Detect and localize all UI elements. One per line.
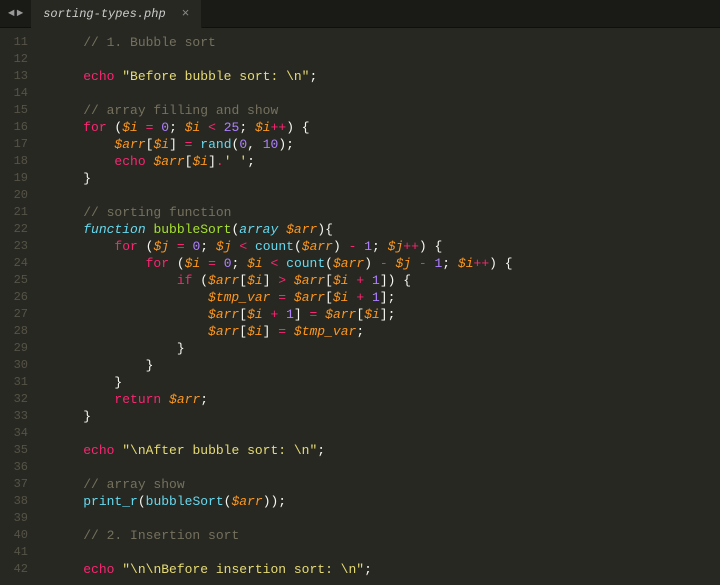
code-line: echo "\n\nBefore insertion sort: \n"; [52, 561, 513, 578]
line-number: 12 [0, 51, 28, 68]
code-line: } [52, 408, 513, 425]
code-line: $arr[$i] = $tmp_var; [52, 323, 513, 340]
line-number: 37 [0, 476, 28, 493]
code-line: for ($i = 0; $i < 25; $i++) { [52, 119, 513, 136]
code-line [52, 510, 513, 527]
line-number: 38 [0, 493, 28, 510]
line-number: 26 [0, 289, 28, 306]
line-number: 29 [0, 340, 28, 357]
nav-forward-icon[interactable]: ► [17, 8, 24, 20]
line-number: 41 [0, 544, 28, 561]
code-line [52, 544, 513, 561]
code-line: $tmp_var = $arr[$i + 1]; [52, 289, 513, 306]
line-number: 11 [0, 34, 28, 51]
code-line: echo $arr[$i].' '; [52, 153, 513, 170]
line-gutter: 1112131415161718192021222324252627282930… [0, 28, 38, 585]
code-line: $arr[$i] = rand(0, 10); [52, 136, 513, 153]
line-number: 21 [0, 204, 28, 221]
code-line: // array show [52, 476, 513, 493]
line-number: 40 [0, 527, 28, 544]
nav-arrows: ◄ ► [0, 8, 31, 20]
code-line: echo "\nAfter bubble sort: \n"; [52, 442, 513, 459]
line-number: 18 [0, 153, 28, 170]
code-line [52, 425, 513, 442]
line-number: 14 [0, 85, 28, 102]
line-number: 36 [0, 459, 28, 476]
line-number: 33 [0, 408, 28, 425]
file-tab[interactable]: sorting-types.php × [31, 0, 202, 28]
code-line: for ($j = 0; $j < count($arr) - 1; $j++)… [52, 238, 513, 255]
line-number: 31 [0, 374, 28, 391]
code-line: // 2. Insertion sort [52, 527, 513, 544]
code-line: function bubbleSort(array $arr){ [52, 221, 513, 238]
code-line [52, 51, 513, 68]
code-line: } [52, 170, 513, 187]
line-number: 25 [0, 272, 28, 289]
titlebar: ◄ ► sorting-types.php × [0, 0, 720, 28]
line-number: 17 [0, 136, 28, 153]
line-number: 30 [0, 357, 28, 374]
code-line: $arr[$i + 1] = $arr[$i]; [52, 306, 513, 323]
code-line: print_r(bubbleSort($arr)); [52, 493, 513, 510]
code-line: return $arr; [52, 391, 513, 408]
code-line: // array filling and show [52, 102, 513, 119]
code-line: // 1. Bubble sort [52, 34, 513, 51]
nav-back-icon[interactable]: ◄ [8, 8, 15, 20]
line-number: 20 [0, 187, 28, 204]
line-number: 13 [0, 68, 28, 85]
line-number: 23 [0, 238, 28, 255]
close-icon[interactable]: × [182, 6, 190, 21]
code-line: // sorting function [52, 204, 513, 221]
line-number: 34 [0, 425, 28, 442]
line-number: 39 [0, 510, 28, 527]
code-line [52, 85, 513, 102]
code-line [52, 187, 513, 204]
line-number: 32 [0, 391, 28, 408]
line-number: 15 [0, 102, 28, 119]
tab-filename: sorting-types.php [43, 7, 165, 21]
code-line: echo "Before bubble sort: \n"; [52, 68, 513, 85]
code-line: for ($i = 0; $i < count($arr) - $j - 1; … [52, 255, 513, 272]
line-number: 19 [0, 170, 28, 187]
code-area[interactable]: // 1. Bubble sort echo "Before bubble so… [38, 28, 513, 585]
line-number: 24 [0, 255, 28, 272]
line-number: 22 [0, 221, 28, 238]
line-number: 42 [0, 561, 28, 578]
code-line: if ($arr[$i] > $arr[$i + 1]) { [52, 272, 513, 289]
code-line: } [52, 340, 513, 357]
line-number: 27 [0, 306, 28, 323]
editor: 1112131415161718192021222324252627282930… [0, 28, 720, 585]
line-number: 35 [0, 442, 28, 459]
line-number: 28 [0, 323, 28, 340]
code-line: } [52, 357, 513, 374]
line-number: 16 [0, 119, 28, 136]
code-line [52, 459, 513, 476]
code-line: } [52, 374, 513, 391]
